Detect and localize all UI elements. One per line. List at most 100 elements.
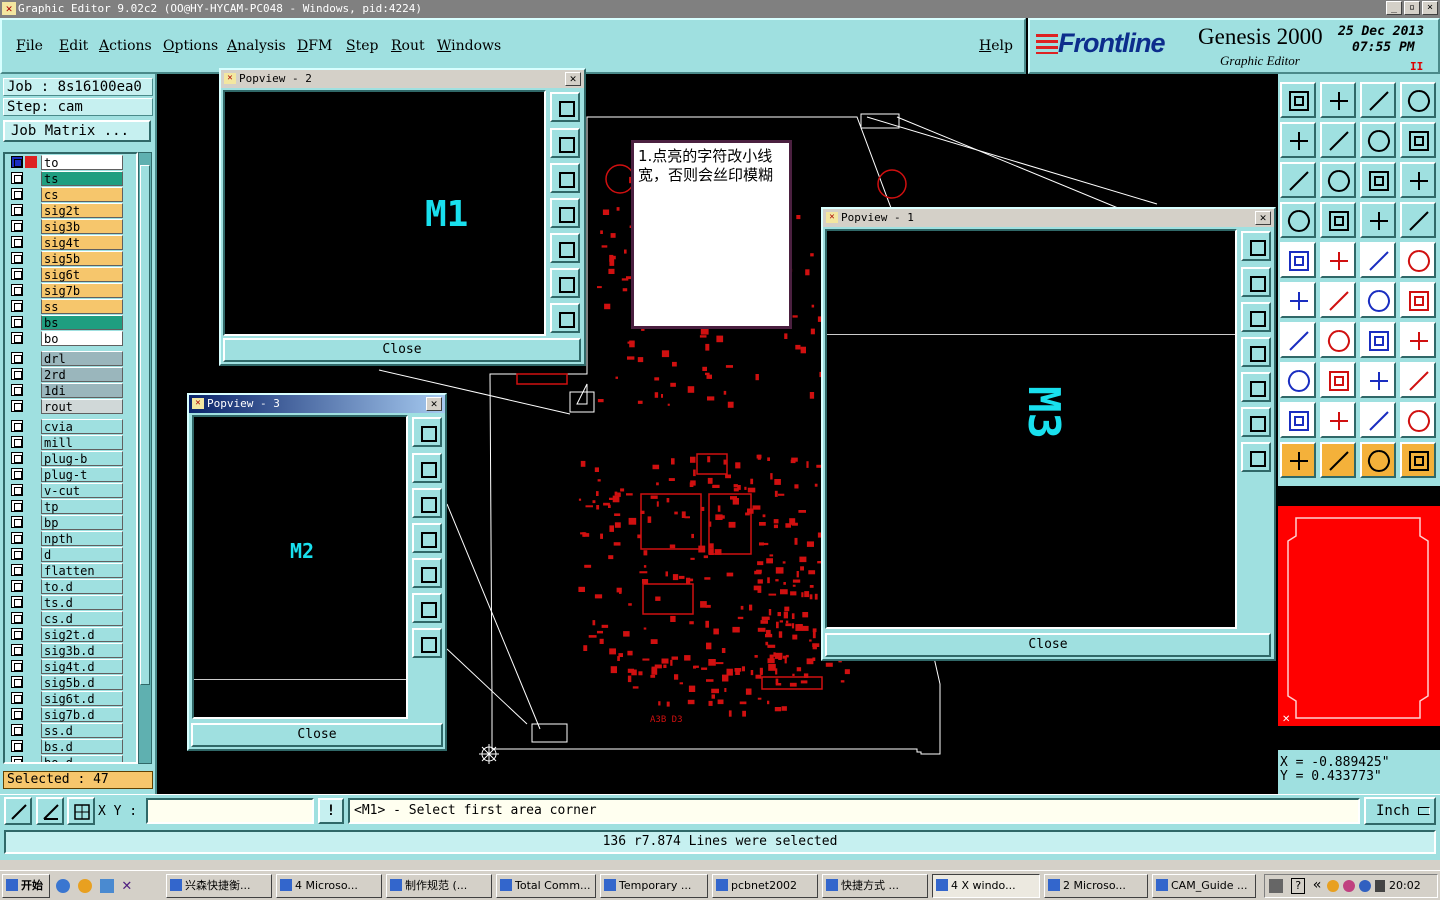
layer-name[interactable]: cs [41, 187, 123, 202]
layer-visibility-checkbox[interactable] [11, 708, 23, 720]
popview-1-tool-3[interactable] [1241, 302, 1271, 332]
menu-rout[interactable]: Rout [391, 38, 425, 54]
layer-name[interactable]: sig4t.d [41, 659, 123, 674]
ie-icon[interactable] [56, 879, 70, 893]
layer-row-cs-d[interactable]: cs.d [5, 610, 136, 626]
popview-2-close-icon[interactable]: ✕ [565, 72, 581, 86]
layer-visibility-checkbox[interactable] [11, 300, 23, 312]
layer-row-npth[interactable]: npth [5, 530, 136, 546]
layer-name[interactable]: d [41, 547, 123, 562]
polygon-slope-icon[interactable] [1400, 402, 1436, 438]
popview-3-close-button[interactable]: Close [191, 723, 443, 747]
dimension-icon[interactable] [1360, 362, 1396, 398]
layer-visibility-checkbox[interactable] [11, 468, 23, 480]
layer-name[interactable]: sig4t [41, 235, 123, 250]
layer-name[interactable]: ts.d [41, 595, 123, 610]
layer-visibility-checkbox[interactable] [11, 564, 23, 576]
layer-name[interactable]: plug-b [41, 451, 123, 466]
task-7[interactable]: 快捷方式 ... [822, 874, 928, 898]
layer-row-d[interactable]: d [5, 546, 136, 562]
layer-visibility-checkbox[interactable] [11, 500, 23, 512]
layer-row-sig3b[interactable]: sig3b [5, 218, 136, 234]
layer-visibility-checkbox[interactable] [11, 724, 23, 736]
menu-windows[interactable]: Windows [437, 38, 501, 54]
taskbar-clock[interactable]: 20:02 [1389, 879, 1421, 892]
text-feature-icon[interactable] [1400, 322, 1436, 358]
layer-visibility-checkbox[interactable] [11, 420, 23, 432]
layer-row-ts[interactable]: ts [5, 170, 136, 186]
layer-visibility-checkbox[interactable] [11, 352, 23, 364]
layer-visibility-checkbox[interactable] [11, 452, 23, 464]
layer-name[interactable]: bo.d [41, 755, 123, 762]
layer-visibility-checkbox[interactable] [11, 692, 23, 704]
layer-row-plug-t[interactable]: plug-t [5, 466, 136, 482]
popview-2-tool-4[interactable] [550, 198, 580, 228]
pad-add-icon[interactable] [1280, 362, 1316, 398]
layer-name[interactable]: ss.d [41, 723, 123, 738]
task-5[interactable]: Temporary ... [600, 874, 708, 898]
task-1[interactable]: 兴森快捷衡... [166, 874, 272, 898]
layer-name[interactable]: npth [41, 531, 123, 546]
layer-row-sig4t-d[interactable]: sig4t.d [5, 658, 136, 674]
layer-row-flatten[interactable]: flatten [5, 562, 136, 578]
layer-row-to-d[interactable]: to.d [5, 578, 136, 594]
clock-app-icon[interactable] [78, 879, 92, 893]
line-add-icon[interactable] [1320, 362, 1356, 398]
scale-1to2-icon[interactable] [1360, 162, 1396, 198]
layer-row-sig6t-d[interactable]: sig6t.d [5, 690, 136, 706]
popview-1-tool-7[interactable] [1241, 442, 1271, 472]
redraw-icon[interactable] [1400, 122, 1436, 158]
task-4[interactable]: Total Comm... [496, 874, 596, 898]
tray-app2-icon[interactable] [1343, 880, 1355, 892]
popview-3-close-icon[interactable]: ✕ [426, 397, 442, 411]
layer-name[interactable]: to [41, 155, 123, 170]
menu-file[interactable]: File [16, 38, 43, 54]
menu-options[interactable]: Options [163, 38, 218, 54]
undo-view-icon[interactable] [1360, 122, 1396, 158]
popview-3-tool-2[interactable] [412, 453, 442, 483]
popview-2-tool-3[interactable] [550, 163, 580, 193]
layer-visibility-checkbox[interactable] [11, 436, 23, 448]
layer-name[interactable]: v-cut [41, 483, 123, 498]
ruler-icon[interactable] [1280, 202, 1316, 238]
layer-row-sig2t[interactable]: sig2t [5, 202, 136, 218]
layer-name[interactable]: sig6t.d [41, 691, 123, 706]
layer-name[interactable]: bs [41, 315, 123, 330]
task-9[interactable]: 2 Microso... [1044, 874, 1148, 898]
select-area-icon[interactable] [1360, 442, 1396, 478]
layer-name[interactable]: bp [41, 515, 123, 530]
layer-row-2rd[interactable]: 2rd [5, 366, 136, 382]
task-10[interactable]: CAM_Guide ... [1152, 874, 1256, 898]
layer-row-ss[interactable]: ss [5, 298, 136, 314]
layer-visibility-checkbox[interactable] [11, 156, 23, 168]
save-icon[interactable] [1320, 82, 1356, 118]
layer-visibility-checkbox[interactable] [11, 484, 23, 496]
popview-3-view[interactable]: M2 [192, 415, 408, 719]
layer-name[interactable]: mill [41, 435, 123, 450]
popview-2-tool-6[interactable] [550, 268, 580, 298]
layer-visibility-checkbox[interactable] [11, 220, 23, 232]
popview-3-tool-7[interactable] [412, 628, 442, 658]
layer-visibility-checkbox[interactable] [11, 204, 23, 216]
popview-3-tool-3[interactable] [412, 488, 442, 518]
task-8[interactable]: 4 X windo... [932, 874, 1040, 898]
layer-name[interactable]: cvia [41, 419, 123, 434]
menu-dfm[interactable]: DFM [297, 38, 332, 54]
layer-row-ss-d[interactable]: ss.d [5, 722, 136, 738]
layer-name[interactable]: sig7b [41, 283, 123, 298]
popview-3-tool-6[interactable] [412, 593, 442, 623]
rotate-icon[interactable] [1400, 282, 1436, 318]
layer-visibility-checkbox[interactable] [11, 740, 23, 752]
layer-name[interactable]: sig6t [41, 267, 123, 282]
open-step-icon[interactable] [1280, 82, 1316, 118]
overview-panel[interactable]: ✕ [1278, 484, 1440, 750]
popview-2-close-button[interactable]: Close [223, 338, 581, 362]
layer-visibility-checkbox[interactable] [11, 596, 23, 608]
triangle-icon[interactable] [1280, 402, 1316, 438]
layer-row-sig2t-d[interactable]: sig2t.d [5, 626, 136, 642]
popview-1-tool-1[interactable] [1241, 231, 1271, 261]
select-net-icon[interactable] [1400, 442, 1436, 478]
layer-visibility-checkbox[interactable] [11, 532, 23, 544]
grid-snap-icon[interactable] [1320, 202, 1356, 238]
units-select[interactable]: Inch [1364, 797, 1436, 825]
